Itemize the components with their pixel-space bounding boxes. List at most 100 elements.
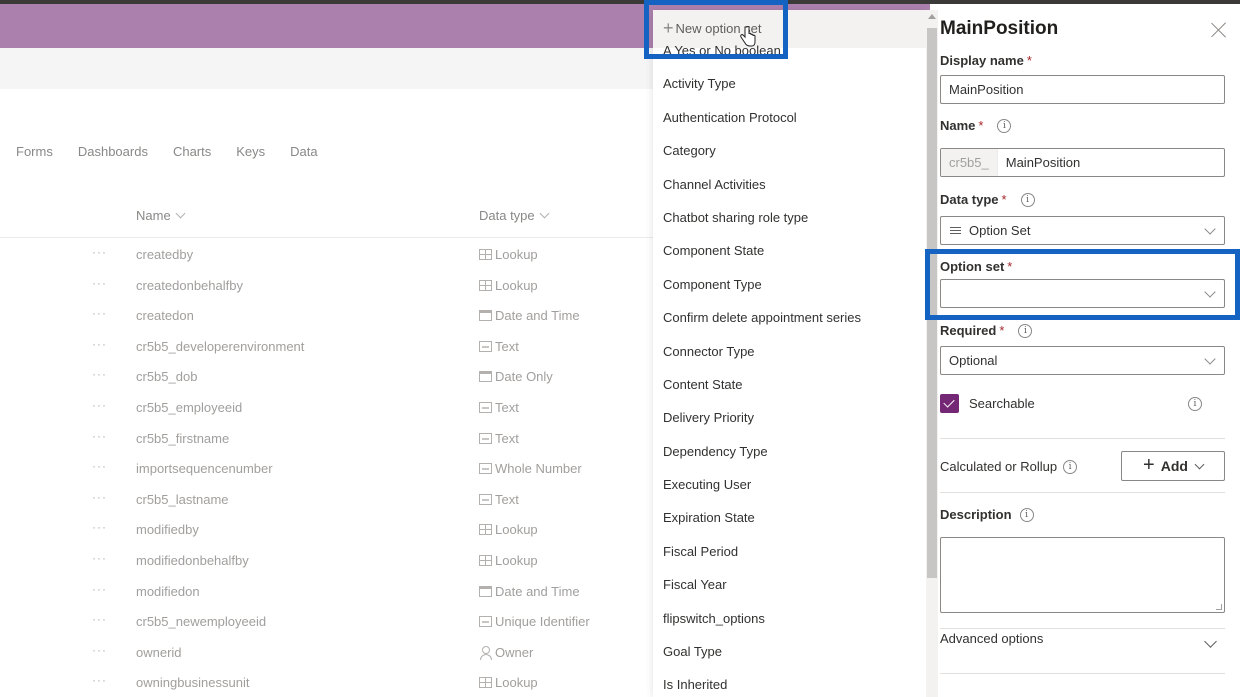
table-row[interactable]: ··· cr5b5_developerenvironment Text: [0, 331, 653, 362]
option-set-item[interactable]: Activity Type: [653, 67, 926, 100]
more-options-icon[interactable]: ···: [92, 429, 107, 443]
more-options-icon[interactable]: ···: [92, 490, 107, 504]
option-set-item[interactable]: Fiscal Period: [653, 535, 926, 568]
column-header-data-type[interactable]: Data type: [479, 208, 550, 223]
column-name[interactable]: modifiedon: [136, 584, 200, 599]
tab-dashboards[interactable]: Dashboards: [78, 144, 148, 159]
info-icon[interactable]: i: [1063, 459, 1078, 474]
option-set-item[interactable]: Content State: [653, 368, 926, 401]
option-set-item[interactable]: Category: [653, 134, 926, 167]
column-name[interactable]: createdby: [136, 247, 193, 262]
scroll-up-arrow-icon[interactable]: [928, 14, 936, 19]
option-set-item[interactable]: Component Type: [653, 268, 926, 301]
column-name[interactable]: cr5b5_firstname: [136, 431, 229, 446]
table-row[interactable]: ··· createdonbehalfby Lookup: [0, 270, 653, 301]
column-name[interactable]: cr5b5_developerenvironment: [136, 339, 304, 354]
resize-grip-icon[interactable]: [1216, 604, 1222, 610]
option-set-item[interactable]: A Yes or No boolean: [653, 34, 926, 67]
table-row[interactable]: ··· owningbusinessunit Lookup: [0, 667, 653, 697]
more-options-icon[interactable]: ···: [92, 306, 107, 320]
more-options-icon[interactable]: ···: [92, 673, 107, 687]
data-type-label: Date Only: [495, 369, 553, 385]
more-options-icon[interactable]: ···: [92, 459, 107, 473]
more-options-icon[interactable]: ···: [92, 582, 107, 596]
tab-data[interactable]: Data: [290, 144, 317, 159]
column-header-name[interactable]: Name: [136, 208, 186, 223]
table-row[interactable]: ··· cr5b5_lastname Text: [0, 484, 653, 515]
option-set-item[interactable]: Goal Type: [653, 635, 926, 668]
option-set-item[interactable]: flipswitch_options: [653, 602, 926, 635]
table-row[interactable]: ··· ownerid Owner: [0, 637, 653, 668]
table-row[interactable]: ··· cr5b5_employeeid Text: [0, 392, 653, 423]
info-icon[interactable]: i: [997, 118, 1012, 133]
table-row[interactable]: ··· modifiedby Lookup: [0, 514, 653, 545]
column-name[interactable]: cr5b5_newemployeeid: [136, 614, 266, 629]
required-select[interactable]: Optional: [940, 346, 1225, 375]
column-name[interactable]: cr5b5_lastname: [136, 492, 229, 507]
display-name-input[interactable]: MainPosition: [940, 75, 1225, 104]
divider: [940, 492, 1225, 493]
table-row[interactable]: ··· cr5b5_dob Date Only: [0, 361, 653, 392]
table-row[interactable]: ··· modifiedonbehalfby Lookup: [0, 545, 653, 576]
data-type-label: Lookup: [495, 552, 538, 568]
add-calculated-button[interactable]: + Add: [1121, 451, 1225, 481]
tab-forms[interactable]: Forms: [16, 144, 53, 159]
info-icon[interactable]: i: [1019, 507, 1034, 522]
table-row[interactable]: ··· createdby Lookup: [0, 239, 653, 270]
searchable-checkbox[interactable]: [940, 394, 959, 413]
more-options-icon[interactable]: ···: [92, 643, 107, 657]
column-name[interactable]: modifiedonbehalfby: [136, 553, 249, 568]
more-options-icon[interactable]: ···: [92, 276, 107, 290]
column-name[interactable]: createdon: [136, 308, 194, 323]
option-set-item[interactable]: Authentication Protocol: [653, 101, 926, 134]
table-row[interactable]: ··· importsequencenumber Whole Number: [0, 453, 653, 484]
name-input[interactable]: cr5b5_ MainPosition: [940, 148, 1225, 177]
info-icon[interactable]: i: [1018, 323, 1033, 338]
table-row[interactable]: ··· cr5b5_newemployeeid Unique Identifier: [0, 606, 653, 637]
info-icon[interactable]: i: [1188, 397, 1202, 411]
tab-keys[interactable]: Keys: [236, 144, 265, 159]
column-data-type: Unique Identifier: [479, 614, 590, 629]
option-set-item[interactable]: Fiscal Year: [653, 568, 926, 601]
column-header-data-type-label: Data type: [479, 208, 535, 223]
more-options-icon[interactable]: ···: [92, 551, 107, 565]
column-name[interactable]: cr5b5_dob: [136, 369, 197, 384]
option-set-item[interactable]: Expiration State: [653, 501, 926, 534]
option-set-item[interactable]: Channel Activities: [653, 168, 926, 201]
option-set-item[interactable]: Executing User: [653, 468, 926, 501]
column-name[interactable]: createdonbehalfby: [136, 278, 243, 293]
more-options-icon[interactable]: ···: [92, 612, 107, 626]
column-name[interactable]: modifiedby: [136, 522, 199, 537]
more-options-icon[interactable]: ···: [92, 520, 107, 534]
scroll-thumb[interactable]: [927, 28, 937, 578]
option-set-item[interactable]: Confirm delete appointment series: [653, 301, 926, 334]
table-row[interactable]: ··· createdon Date and Time: [0, 300, 653, 331]
close-icon[interactable]: [1211, 22, 1227, 38]
column-name[interactable]: owningbusinessunit: [136, 675, 249, 690]
column-name[interactable]: cr5b5_employeeid: [136, 400, 242, 415]
data-type-label: Whole Number: [495, 461, 582, 477]
option-set-item[interactable]: Component State: [653, 234, 926, 267]
option-set-item[interactable]: Chatbot sharing role type: [653, 201, 926, 234]
dropdown-scrollbar[interactable]: [926, 10, 938, 697]
text-icon: [479, 432, 492, 444]
column-name[interactable]: importsequencenumber: [136, 461, 273, 476]
option-set-item[interactable]: Is Inherited: [653, 668, 926, 697]
option-set-item[interactable]: Delivery Priority: [653, 401, 926, 434]
option-set-select[interactable]: [940, 279, 1225, 308]
column-name[interactable]: ownerid: [136, 645, 182, 660]
description-textarea[interactable]: [940, 537, 1225, 613]
option-set-item[interactable]: Dependency Type: [653, 435, 926, 468]
advanced-options-toggle[interactable]: Advanced options: [940, 631, 1225, 661]
tab-charts[interactable]: Charts: [173, 144, 211, 159]
table-row[interactable]: ··· modifiedon Date and Time: [0, 576, 653, 607]
more-options-icon[interactable]: ···: [92, 367, 107, 381]
table-row[interactable]: ··· cr5b5_firstname Text: [0, 423, 653, 454]
info-icon[interactable]: i: [1020, 192, 1035, 207]
data-type-select[interactable]: Option Set: [940, 216, 1225, 245]
more-options-icon[interactable]: ···: [92, 337, 107, 351]
option-set-item[interactable]: Connector Type: [653, 335, 926, 368]
more-options-icon[interactable]: ···: [92, 398, 107, 412]
more-options-icon[interactable]: ···: [92, 245, 107, 259]
lookup-icon: [479, 279, 492, 291]
